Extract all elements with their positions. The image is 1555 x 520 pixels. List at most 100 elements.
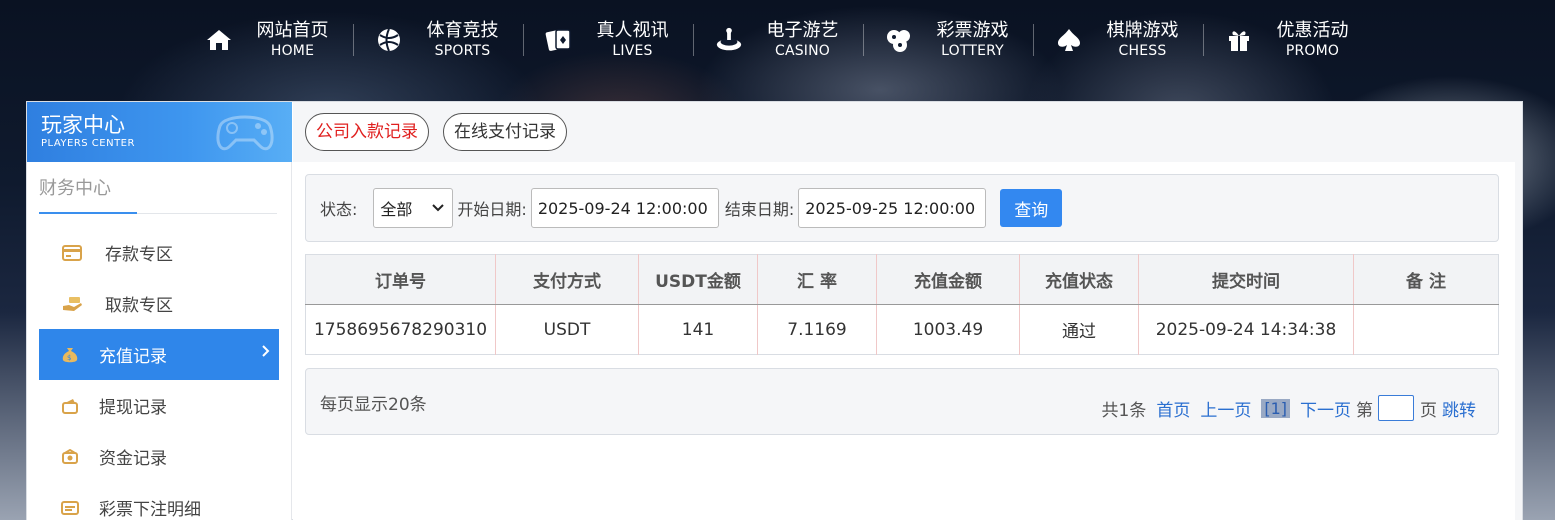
withdraw-hand-icon bbox=[61, 293, 83, 315]
sidebar-item-label: 彩票下注明细 bbox=[99, 500, 201, 520]
cell-submit-time: 2025-09-24 14:34:38 bbox=[1138, 304, 1354, 355]
chevron-right-icon bbox=[262, 345, 270, 357]
sidebar-header: 玩家中心 PLAYERS CENTER bbox=[27, 102, 292, 162]
home-icon bbox=[205, 26, 233, 54]
cell-recharge-amount: 1003.49 bbox=[876, 304, 1020, 355]
sidebar-item-withdraw[interactable]: 取款专区 bbox=[39, 278, 279, 329]
cell-remark bbox=[1354, 305, 1499, 355]
sidebar-menu: 存款专区 取款专区 $ 充值记录 提现记录 资金记录 彩票下注明细 bbox=[27, 227, 291, 520]
sidebar-item-label: 取款专区 bbox=[105, 296, 173, 316]
recharge-records-table: 订单号 支付方式 USDT金额 汇 率 充值金额 充值状态 提交时间 备 注 1… bbox=[305, 254, 1499, 355]
nav-sports-label: 体育竞技 bbox=[426, 20, 499, 41]
top-nav: 网站首页 HOME 体育竞技 SPORTS 真人视讯 LIVES 电子游艺 CA… bbox=[0, 0, 1555, 80]
nav-promo-label: 优惠活动 bbox=[1276, 20, 1349, 41]
total-count: 共1条 bbox=[1101, 400, 1147, 421]
per-page-text: 每页显示20条 bbox=[320, 395, 427, 415]
deposit-card-icon bbox=[61, 242, 83, 264]
nav-home-label: 网站首页 bbox=[256, 20, 329, 41]
nav-chess-en: CHESS bbox=[1118, 43, 1167, 59]
gift-icon bbox=[1225, 26, 1253, 54]
sidebar-item-label: 充值记录 bbox=[99, 347, 167, 367]
page-number-input[interactable] bbox=[1378, 395, 1414, 421]
page-suffix: 页 bbox=[1420, 400, 1437, 421]
jump-link[interactable]: 跳转 bbox=[1442, 396, 1476, 421]
filter-bar: 状态: 全部 开始日期: 结束日期: 查询 bbox=[305, 174, 1499, 242]
sidebar-item-fund-records[interactable]: 资金记录 bbox=[39, 431, 279, 482]
col-rate: 汇 率 bbox=[757, 254, 877, 305]
col-submit-time: 提交时间 bbox=[1138, 254, 1354, 305]
tab-company-deposit-records[interactable]: 公司入款记录 bbox=[305, 113, 429, 151]
sidebar-item-label: 资金记录 bbox=[99, 449, 167, 469]
nav-lives-en: LIVES bbox=[612, 43, 653, 59]
cash-icon bbox=[59, 446, 81, 468]
col-order-no: 订单号 bbox=[305, 254, 496, 305]
cell-payment-method: USDT bbox=[495, 304, 639, 355]
nav-lottery[interactable]: 彩票游戏 LOTTERY bbox=[862, 18, 1033, 62]
nav-sports[interactable]: 体育竞技 SPORTS bbox=[352, 18, 523, 62]
nav-chess[interactable]: 棋牌游戏 CHESS bbox=[1032, 18, 1203, 62]
money-bag-icon: $ bbox=[59, 344, 81, 366]
cell-usdt-amount: 141 bbox=[638, 304, 758, 355]
cell-rate: 7.1169 bbox=[757, 304, 877, 355]
table-row: 1758695678290310 USDT 141 7.1169 1003.49… bbox=[305, 304, 1499, 355]
nav-lives-label: 真人视讯 bbox=[596, 20, 669, 41]
status-select[interactable]: 全部 bbox=[373, 188, 454, 228]
sidebar-item-deposit[interactable]: 存款专区 bbox=[39, 227, 279, 278]
chevron-down-icon bbox=[432, 204, 445, 212]
sidebar-item-recharge-records[interactable]: $ 充值记录 bbox=[39, 329, 279, 380]
ticket-icon bbox=[59, 497, 81, 519]
page-prefix: 第 bbox=[1356, 400, 1373, 421]
pagination-bar: 每页显示20条 共1条 首页 上一页 [1] 下一页 第 页 跳转 bbox=[305, 368, 1499, 435]
nav-promo-en: PROMO bbox=[1285, 43, 1340, 59]
start-date-label: 开始日期: bbox=[457, 200, 527, 219]
col-usdt-amount: USDT金额 bbox=[638, 254, 758, 305]
end-date-label: 结束日期: bbox=[724, 200, 795, 219]
tab-online-payment-records[interactable]: 在线支付记录 bbox=[443, 113, 567, 151]
wallet-icon bbox=[59, 395, 81, 417]
next-page-link[interactable]: 下一页 bbox=[1300, 396, 1351, 421]
section-title-text: 财务中心 bbox=[39, 178, 111, 199]
status-label: 状态: bbox=[320, 200, 358, 219]
spade-icon bbox=[1055, 26, 1083, 54]
gamepad-icon bbox=[216, 115, 274, 151]
col-remark: 备 注 bbox=[1353, 254, 1499, 305]
prev-page-link[interactable]: 上一页 bbox=[1200, 396, 1251, 421]
nav-casino-en: CASINO bbox=[774, 43, 831, 59]
col-recharge-amount: 充值金额 bbox=[876, 254, 1020, 305]
sidebar-item-lottery-bets[interactable]: 彩票下注明细 bbox=[39, 482, 279, 520]
first-page-link[interactable]: 首页 bbox=[1156, 396, 1190, 421]
nav-lottery-en: LOTTERY bbox=[941, 43, 1004, 59]
sidebar: 玩家中心 PLAYERS CENTER 财务中心 存款专区 取款专区 $ 充值记… bbox=[27, 102, 292, 520]
col-payment-method: 支付方式 bbox=[495, 254, 639, 305]
content-body: 状态: 全部 开始日期: 结束日期: 查询 订单号 支付方式 USDT金额 bbox=[293, 162, 1515, 520]
nav-chess-label: 棋牌游戏 bbox=[1106, 20, 1179, 41]
nav-lives[interactable]: 真人视讯 LIVES bbox=[522, 18, 693, 62]
nav-promo[interactable]: 优惠活动 PROMO bbox=[1202, 18, 1373, 62]
section-title: 财务中心 bbox=[39, 176, 277, 214]
nav-home[interactable]: 网站首页 HOME bbox=[183, 18, 353, 62]
player-center-panel: 玩家中心 PLAYERS CENTER 财务中心 存款专区 取款专区 $ 充值记… bbox=[26, 101, 1523, 520]
slot-icon bbox=[715, 26, 743, 54]
sidebar-item-label: 存款专区 bbox=[105, 245, 173, 265]
nav-casino[interactable]: 电子游艺 CASINO bbox=[692, 18, 863, 62]
current-page: [1] bbox=[1261, 398, 1290, 418]
basketball-icon bbox=[375, 26, 403, 54]
query-button[interactable]: 查询 bbox=[1000, 189, 1063, 227]
nav-lottery-label: 彩票游戏 bbox=[936, 20, 1009, 41]
table-header-row: 订单号 支付方式 USDT金额 汇 率 充值金额 充值状态 提交时间 备 注 bbox=[305, 254, 1499, 305]
nav-home-en: HOME bbox=[270, 43, 315, 59]
lottery-balls-icon bbox=[885, 26, 913, 54]
nav-sports-en: SPORTS bbox=[434, 43, 491, 59]
cell-order-no: 1758695678290310 bbox=[305, 304, 496, 355]
start-date-input[interactable] bbox=[530, 188, 719, 228]
sidebar-item-withdraw-records[interactable]: 提现记录 bbox=[39, 380, 279, 431]
cards-icon bbox=[545, 26, 573, 54]
end-date-input[interactable] bbox=[798, 188, 987, 228]
pager: 共1条 首页 上一页 [1] 下一页 第 页 跳转 bbox=[1097, 395, 1476, 421]
main-content: 公司入款记录 在线支付记录 状态: 全部 开始日期: 结束日期: 查询 订单号 bbox=[293, 102, 1522, 520]
record-tabs: 公司入款记录 在线支付记录 bbox=[293, 102, 1522, 162]
sidebar-item-label: 提现记录 bbox=[99, 398, 167, 418]
svg-text:$: $ bbox=[67, 354, 71, 362]
col-status: 充值状态 bbox=[1019, 254, 1139, 305]
status-select-value: 全部 bbox=[380, 200, 413, 219]
